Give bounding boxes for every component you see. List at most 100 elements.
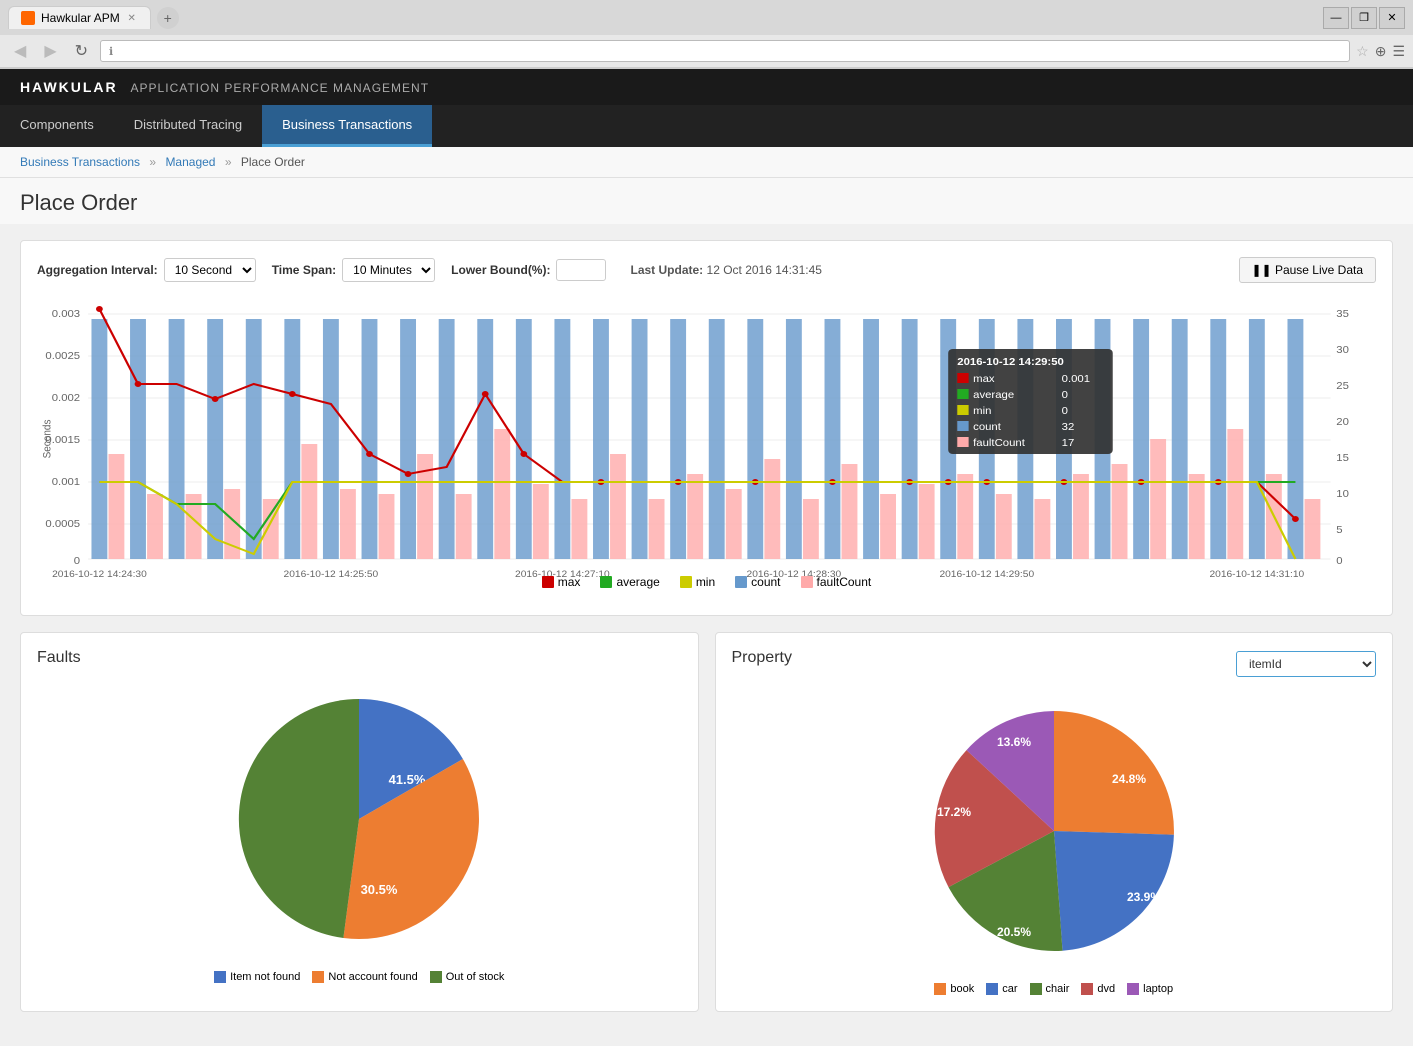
breadcrumb-sep-1: »: [149, 155, 156, 169]
extensions-btn[interactable]: ⊕: [1375, 43, 1387, 60]
subtitle-text: APPLICATION PERFORMANCE MANAGEMENT: [131, 81, 429, 95]
laptop-color: [1127, 983, 1139, 995]
restore-btn[interactable]: ❐: [1351, 7, 1377, 29]
breadcrumb-current: Place Order: [241, 155, 305, 169]
faults-pie-container: 41.5% 27.9% 30.5% Item not found No: [37, 679, 682, 983]
new-tab-btn[interactable]: +: [157, 7, 179, 29]
laptop-label: laptop: [1143, 983, 1173, 995]
svg-text:23.9%: 23.9%: [1127, 890, 1161, 904]
svg-text:average: average: [973, 390, 1014, 401]
svg-text:17: 17: [1062, 438, 1075, 449]
no-account-label: Not account found: [328, 971, 417, 983]
legend-item-dvd: dvd: [1081, 983, 1115, 995]
svg-text:faultCount: faultCount: [973, 438, 1025, 449]
legend-count: count: [735, 575, 780, 589]
controls-row: Aggregation Interval: 10 Second Time Spa…: [37, 257, 1376, 283]
tab-close-btn[interactable]: ✕: [126, 12, 138, 24]
pause-live-data-button[interactable]: ❚❚ Pause Live Data: [1239, 257, 1377, 283]
svg-text:Seconds: Seconds: [41, 420, 54, 459]
lower-bound-control: Lower Bound(%): 0: [451, 259, 606, 281]
aggregation-label: Aggregation Interval:: [37, 263, 158, 277]
legend-min: min: [680, 575, 715, 589]
dvd-color: [1081, 983, 1093, 995]
svg-text:32: 32: [1062, 422, 1075, 433]
svg-text:10: 10: [1336, 489, 1349, 500]
browser-tab[interactable]: Hawkular APM ✕: [8, 6, 151, 29]
property-header: Property itemId orderId userId: [732, 649, 1377, 679]
tab-components[interactable]: Components: [0, 105, 114, 147]
legend-item-book: book: [934, 983, 974, 995]
book-label: book: [950, 983, 974, 995]
close-btn[interactable]: ✕: [1379, 7, 1405, 29]
tab-business-transactions[interactable]: Business Transactions: [262, 105, 432, 147]
lower-bound-input[interactable]: 0: [556, 259, 606, 281]
breadcrumb: Business Transactions » Managed » Place …: [0, 147, 1413, 178]
timespan-control: Time Span: 10 Minutes: [272, 258, 435, 282]
faults-legend: Item not found Not account found Out of …: [214, 971, 504, 983]
tab-title: Hawkular APM: [41, 11, 120, 25]
chart-svg: 0.003 0.0025 0.002 0.0015 0.001 0.0005 0…: [37, 299, 1376, 599]
timespan-select[interactable]: 10 Minutes: [342, 258, 435, 282]
svg-text:20: 20: [1336, 417, 1349, 428]
chair-label: chair: [1046, 983, 1070, 995]
svg-text:30: 30: [1336, 345, 1349, 356]
aggregation-control: Aggregation Interval: 10 Second: [37, 258, 256, 282]
url-input[interactable]: localhost:8080/hawkular-ui/apm/btm/info/…: [117, 44, 1341, 58]
property-select[interactable]: itemId orderId userId: [1236, 651, 1376, 677]
tab-icon: [21, 11, 35, 25]
last-update-label: Last Update:: [630, 263, 703, 277]
car-color: [986, 983, 998, 995]
lock-icon: ℹ: [109, 45, 113, 58]
legend-count-color: [735, 576, 747, 588]
legend-item-car: car: [986, 983, 1017, 995]
menu-btn[interactable]: ☰: [1392, 43, 1405, 60]
out-of-stock-label: Out of stock: [446, 971, 505, 983]
nav-tabs: Components Distributed Tracing Business …: [0, 105, 1413, 147]
legend-max-label: max: [558, 575, 581, 589]
tab-distributed-tracing[interactable]: Distributed Tracing: [114, 105, 262, 147]
back-button[interactable]: ◀: [8, 39, 32, 63]
out-of-stock-color: [430, 971, 442, 983]
not-found-color: [214, 971, 226, 983]
lower-bound-label: Lower Bound(%):: [451, 263, 550, 277]
property-pie-svg: 24.8% 23.9% 20.5% 17.2% 13.6%: [914, 691, 1194, 971]
svg-text:0.0025: 0.0025: [45, 351, 80, 362]
svg-text:0.002: 0.002: [52, 393, 80, 404]
chart-area: 0.003 0.0025 0.002 0.0015 0.001 0.0005 0…: [37, 299, 1376, 599]
minimize-btn[interactable]: —: [1323, 7, 1349, 29]
app-header: HAWKULAR APPLICATION PERFORMANCE MANAGEM…: [0, 69, 1413, 105]
legend-item-laptop: laptop: [1127, 983, 1173, 995]
faults-card: Faults 41.5% 27.9% 30.5%: [20, 632, 699, 1012]
page-title: Place Order: [0, 178, 1413, 224]
svg-text:0: 0: [1336, 556, 1342, 567]
chart-legend: max average min count faultCount: [37, 575, 1376, 589]
url-bar[interactable]: ℹ localhost:8080/hawkular-ui/apm/btm/inf…: [100, 40, 1350, 62]
svg-text:max: max: [973, 374, 995, 385]
svg-text:35: 35: [1336, 309, 1349, 320]
svg-text:0.003: 0.003: [52, 309, 80, 320]
svg-text:0: 0: [1062, 390, 1068, 401]
aggregation-select[interactable]: 10 Second: [164, 258, 256, 282]
svg-text:20.5%: 20.5%: [997, 925, 1031, 939]
legend-average-color: [600, 576, 612, 588]
chair-color: [1030, 983, 1042, 995]
svg-text:30.5%: 30.5%: [361, 882, 398, 897]
svg-text:2016-10-12 14:29:50: 2016-10-12 14:29:50: [957, 357, 1064, 368]
refresh-button[interactable]: ↻: [69, 39, 94, 63]
property-legend: book car chair dvd: [934, 983, 1173, 995]
breadcrumb-managed[interactable]: Managed: [165, 155, 215, 169]
bookmark-icon[interactable]: ☆: [1356, 43, 1369, 60]
svg-text:0.001: 0.001: [1062, 374, 1090, 385]
forward-button[interactable]: ▶: [38, 39, 62, 63]
no-account-color: [312, 971, 324, 983]
property-pie-container: 24.8% 23.9% 20.5% 17.2% 13.6%: [732, 691, 1377, 995]
legend-item-out-of-stock: Out of stock: [430, 971, 505, 983]
faults-pie-svg: 41.5% 27.9% 30.5%: [219, 679, 499, 959]
browser-chrome: Hawkular APM ✕ + — ❐ ✕ ◀ ▶ ↻ ℹ localhost…: [0, 0, 1413, 69]
svg-text:0: 0: [74, 556, 80, 567]
svg-text:15: 15: [1336, 453, 1349, 464]
legend-max-color: [542, 576, 554, 588]
dvd-label: dvd: [1097, 983, 1115, 995]
property-card: Property itemId orderId userId 24.8% 23.…: [715, 632, 1394, 1012]
breadcrumb-business-transactions[interactable]: Business Transactions: [20, 155, 140, 169]
